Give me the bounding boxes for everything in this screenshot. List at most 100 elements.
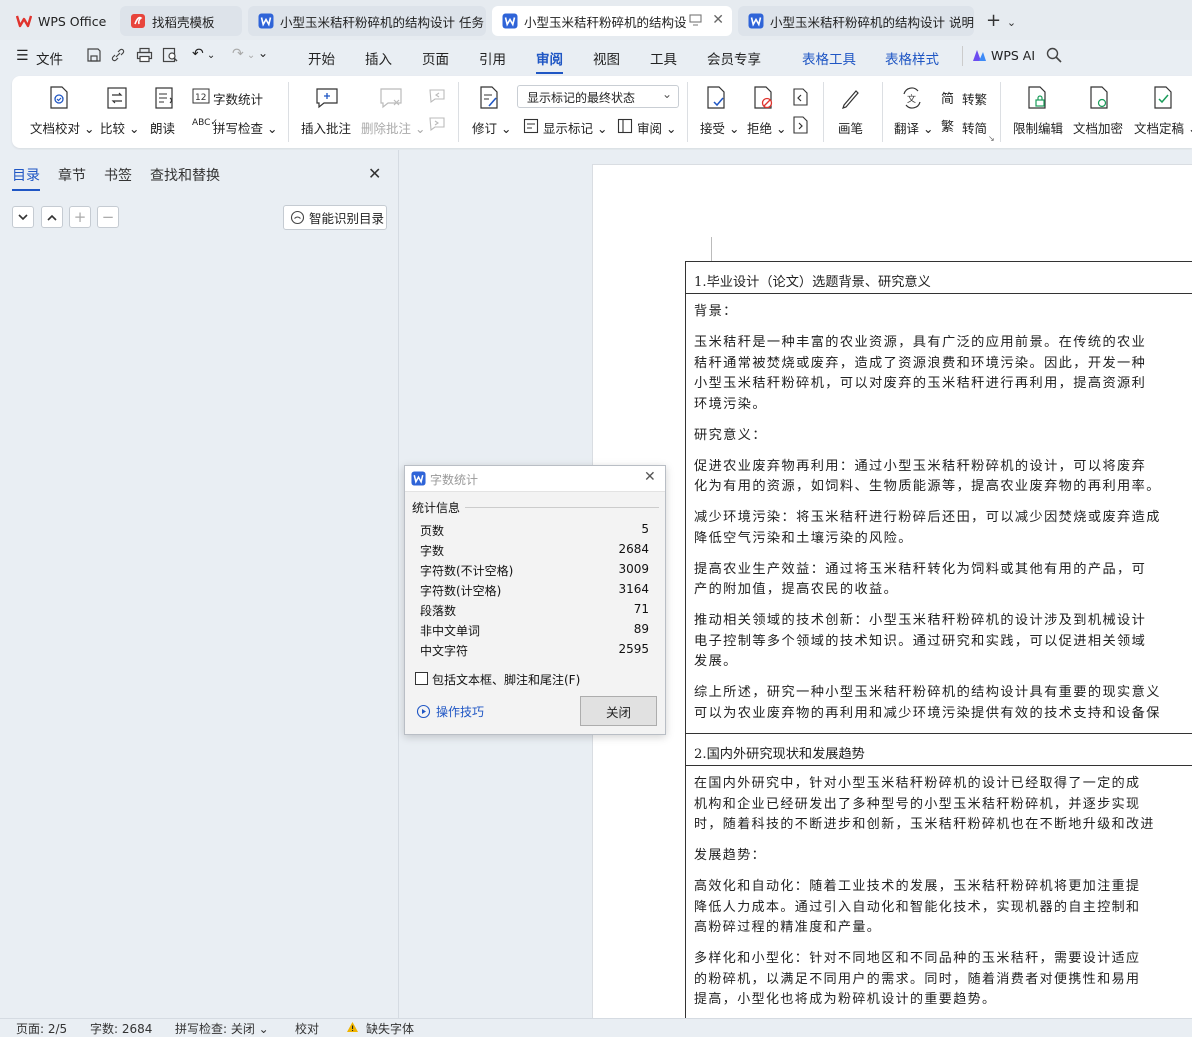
tab-label: 小型玉米秸秆粉碎机的结构设计 任务 (280, 14, 484, 30)
nav-tab-find-replace[interactable]: 查找和替换 (150, 165, 220, 185)
tab-docer[interactable]: 找稻壳模板 (120, 6, 242, 36)
menu-table-style[interactable]: 表格样式 (885, 48, 939, 68)
dialog-launcher-icon[interactable]: ↘ (988, 134, 995, 143)
proofread-button[interactable]: 文档校对 ⌄ (30, 118, 94, 137)
menu-references[interactable]: 引用 (479, 48, 506, 68)
to-simplified-icon: 繁 (941, 120, 955, 135)
review-pane-button[interactable]: 审阅 ⌄ (637, 118, 676, 137)
translate-button[interactable]: 翻译 ⌄ (894, 118, 933, 137)
read-aloud-button[interactable]: 朗读 (150, 118, 175, 137)
close-button[interactable]: 关闭 (580, 696, 657, 726)
new-tab-button[interactable]: + ⌄ (986, 10, 1016, 31)
previous-comment-icon (428, 88, 446, 104)
stat-row: 中文字符 2595 (405, 642, 665, 662)
menu-table-tools[interactable]: 表格工具 (802, 48, 856, 68)
menu-page[interactable]: 页面 (422, 48, 449, 68)
status-missing-font[interactable]: 缺失字体 (366, 1020, 414, 1037)
tab-doc-task[interactable]: 小型玉米秸秆粉碎机的结构设计 任务 (248, 6, 486, 36)
menu-wps-ai[interactable]: WPS AI (991, 48, 1035, 63)
include-textbox-checkbox[interactable] (415, 672, 428, 685)
nav-tab-chapters[interactable]: 章节 (58, 165, 86, 185)
read-aloud-icon (154, 86, 176, 110)
compare-button[interactable]: 比较 ⌄ (100, 118, 139, 137)
more-chevron-icon[interactable]: ⌄ (258, 46, 268, 60)
accept-icon (705, 86, 727, 110)
status-spell-check[interactable]: 拼写检查: 关闭 ⌄ (175, 1020, 269, 1037)
smart-toc-button[interactable]: 智能识别目录 (283, 205, 387, 230)
menu-home[interactable]: 开始 (308, 48, 335, 68)
track-changes-button[interactable]: 修订 ⌄ (472, 118, 511, 137)
finalize-button[interactable]: 文档定稿 ⌄ (1134, 118, 1192, 137)
close-icon[interactable]: ✕ (712, 12, 724, 28)
table-cell-section-2[interactable]: 在国内外研究中，针对小型玉米秸秆粉碎机的设计已经取得了一定的成 机构和企业已经研… (686, 766, 1192, 1018)
reject-button[interactable]: 拒绝 ⌄ (747, 118, 786, 137)
print-preview-icon[interactable] (162, 47, 179, 63)
insert-comment-button[interactable]: 插入批注 (301, 118, 351, 137)
collapse-up-button[interactable] (41, 206, 63, 228)
hamburger-icon[interactable]: ☰ (16, 48, 29, 64)
wps-logo-icon (16, 13, 32, 29)
add-heading-button[interactable]: + (69, 206, 91, 228)
writer-doc-icon (748, 13, 764, 29)
close-icon[interactable]: ✕ (368, 164, 381, 183)
remove-heading-button[interactable]: − (97, 206, 119, 228)
tab-doc-active[interactable]: 小型玉米秸秆粉碎机的结构设 ✕ (492, 6, 732, 36)
stat-label: 字符数(不计空格) (420, 564, 514, 578)
stat-value: 3009 (618, 562, 649, 576)
menu-tools[interactable]: 工具 (650, 48, 677, 68)
encrypt-button[interactable]: 文档加密 (1073, 118, 1123, 137)
show-markup-button[interactable]: 显示标记 ⌄ (543, 118, 607, 137)
to-traditional-button[interactable]: 转繁 (962, 89, 987, 108)
smart-toc-label: 智能识别目录 (309, 211, 385, 226)
undo-icon[interactable]: ↶ ⌄ (192, 46, 215, 62)
to-simplified-button[interactable]: 转简 (962, 118, 987, 137)
word-count-button[interactable]: 字数统计 (213, 89, 263, 108)
paragraph: 化为有用的资源，如饲料、生物质能源等，提高农业废弃物的再利用率。 (694, 479, 1161, 494)
menu-member[interactable]: 会员专享 (707, 48, 761, 68)
stat-value: 2595 (618, 642, 649, 656)
word-count-dialog[interactable]: 字数统计 ✕ 统计信息 页数 5 字数 2684 字符数(不计空格) 3009 字符数… (404, 465, 666, 735)
nav-tab-toc[interactable]: 目录 (12, 165, 40, 191)
search-icon[interactable] (1046, 47, 1062, 63)
stat-value: 89 (633, 622, 649, 636)
link-icon[interactable] (110, 47, 126, 63)
tab-wps-office[interactable]: WPS Office (6, 6, 114, 36)
ribbon-divider (687, 82, 688, 142)
nav-tab-bookmarks[interactable]: 书签 (104, 165, 132, 185)
review-pane-icon (617, 118, 633, 134)
finalize-icon (1152, 86, 1174, 110)
display-state-select[interactable]: 显示标记的最终状态 ⌄ (517, 85, 679, 108)
menu-review[interactable]: 审阅 (536, 48, 563, 74)
menu-file[interactable]: 文件 (36, 48, 63, 68)
stat-value: 2684 (618, 542, 649, 556)
print-icon[interactable] (136, 47, 153, 63)
save-icon[interactable] (86, 47, 102, 63)
dialog-title-bar[interactable]: 字数统计 ✕ (405, 466, 665, 492)
accept-button[interactable]: 接受 ⌄ (700, 118, 739, 137)
stat-label: 字数 (420, 544, 445, 558)
table-cell-section-1[interactable]: 背景： 玉米秸秆是一种丰富的农业资源，具有广泛的应用前景。在传统的农业 秸秆通常… (686, 294, 1192, 734)
menu-view[interactable]: 视图 (593, 48, 620, 68)
docer-icon (130, 13, 146, 29)
tips-link[interactable]: 操作技巧 (436, 703, 484, 720)
smart-recognize-icon (290, 210, 305, 225)
stat-label: 页数 (420, 524, 445, 538)
menu-insert[interactable]: 插入 (365, 48, 392, 68)
status-proofread[interactable]: 校对 (295, 1020, 319, 1037)
paragraph: 发展。 (694, 654, 738, 669)
expand-down-button[interactable] (12, 206, 34, 228)
document-table[interactable]: 1.毕业设计（论文）选题背景、研究意义 背景： 玉米秸秆是一种丰富的农业资源，具… (685, 261, 1192, 1018)
status-word-count[interactable]: 字数: 2684 (90, 1020, 152, 1037)
next-comment-icon (428, 116, 446, 132)
paragraph: 发展趋势： (694, 848, 767, 863)
stat-row: 非中文单词 89 (405, 622, 665, 642)
pen-button[interactable]: 画笔 (838, 118, 863, 137)
reject-icon (752, 86, 774, 110)
document-page[interactable]: 1.毕业设计（论文）选题背景、研究意义 背景： 玉米秸秆是一种丰富的农业资源，具… (592, 164, 1192, 1018)
status-page[interactable]: 页面: 2/5 (16, 1020, 67, 1037)
close-icon[interactable]: ✕ (644, 469, 656, 485)
tab-doc-description[interactable]: 小型玉米秸秆粉碎机的结构设计 说明 (738, 6, 974, 36)
spell-check-button[interactable]: 拼写检查 ⌄ (213, 118, 277, 137)
dialog-title: 字数统计 (430, 473, 479, 487)
restrict-edit-button[interactable]: 限制编辑 (1013, 118, 1063, 137)
